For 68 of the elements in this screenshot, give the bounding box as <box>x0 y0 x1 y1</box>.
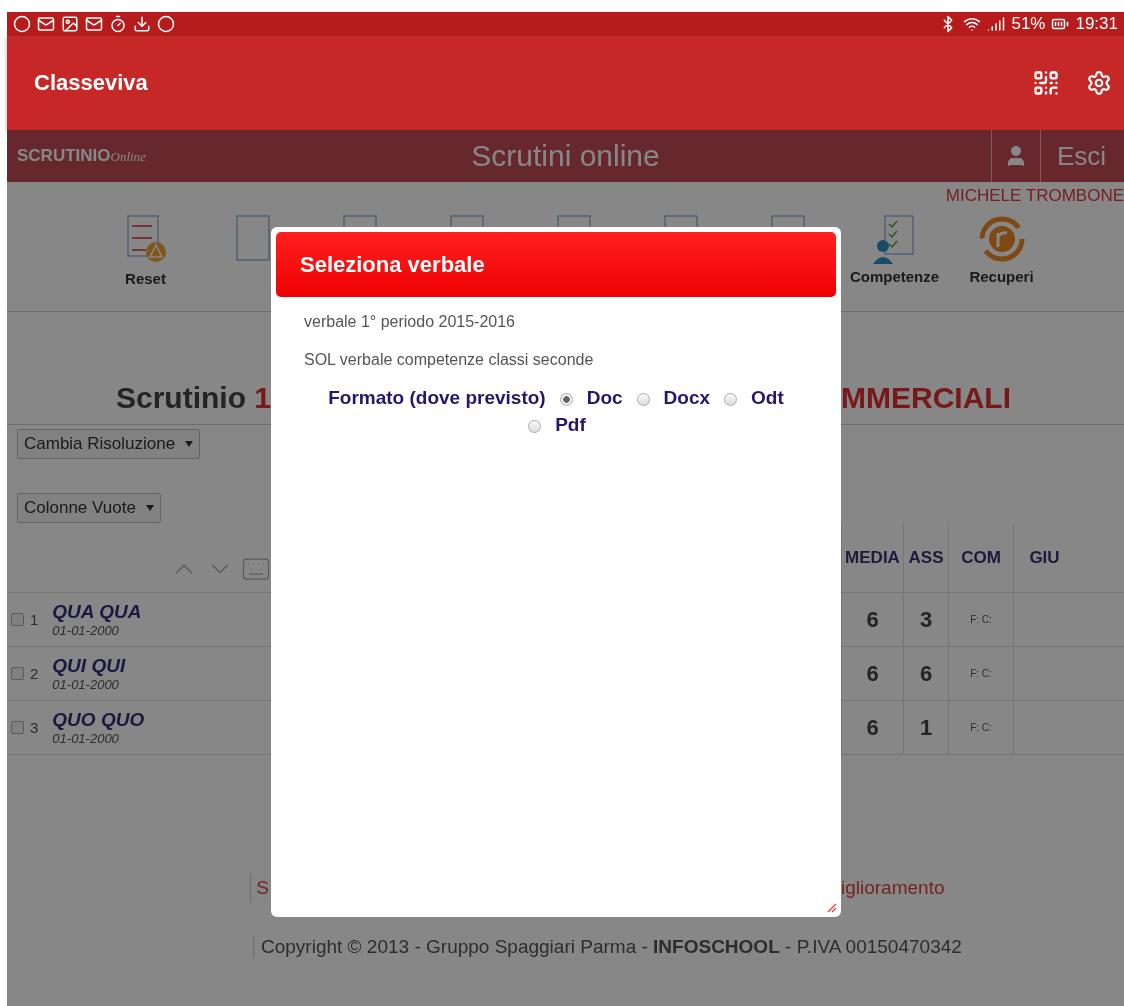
notification-icon <box>13 15 31 33</box>
table-cell: F: C: <box>970 668 992 679</box>
image-icon <box>61 15 79 33</box>
student-name: QUO QUO <box>52 709 145 731</box>
column-header: GIU <box>1013 523 1075 592</box>
format-option[interactable]: Pdf <box>555 414 586 435</box>
table-cell: 1 <box>919 714 933 741</box>
battery-percent: 51% <box>1011 14 1046 34</box>
format-option[interactable]: Odt <box>751 387 784 408</box>
format-label: Formato (dove previsto) <box>328 387 546 408</box>
heading-text: Scrutinio 1 <box>115 381 271 415</box>
table-cell: F: C: <box>970 722 992 733</box>
user-name: MICHELE TROMBONE <box>945 186 1124 205</box>
app-title: Classeviva <box>34 70 148 96</box>
dialog-title: Seleziona verbale <box>300 251 485 278</box>
logout-link[interactable]: Esci <box>1052 140 1112 172</box>
format-option[interactable]: Docx <box>663 387 711 408</box>
row-number: 2 <box>30 665 39 682</box>
radio-button[interactable] <box>724 393 738 407</box>
report-link[interactable]: SOL verbale competenze classi seconde <box>304 351 594 369</box>
mail-icon <box>37 15 55 33</box>
radio-button[interactable] <box>528 420 542 434</box>
clock: 19:31 <box>1075 14 1118 34</box>
signal-icon <box>987 15 1006 33</box>
toolbar-label[interactable]: Reset <box>125 270 166 287</box>
toolbar-label[interactable]: Recuperi <box>969 268 1034 285</box>
toolbar-label[interactable]: Competenze <box>849 268 940 285</box>
table-cell: F: C: <box>970 614 992 625</box>
dropdown[interactable]: Cambia Risoluzione <box>17 429 201 459</box>
row-checkbox[interactable] <box>11 721 24 734</box>
heading-text: MMERCIALI <box>841 381 1012 415</box>
table-cell: 3 <box>919 606 933 633</box>
qr-code-icon[interactable] <box>1032 69 1060 97</box>
footer-link[interactable]: iglioramento <box>841 877 1124 899</box>
download-icon <box>133 15 151 33</box>
row-number: 1 <box>30 611 39 628</box>
notification-icon <box>109 15 127 33</box>
caret-icon <box>185 441 194 447</box>
format-option[interactable]: Doc <box>586 387 623 408</box>
caret-icon <box>145 505 154 511</box>
student-name: QUA QUA <box>52 601 142 623</box>
settings-icon[interactable] <box>1086 70 1112 96</box>
student-name: QUI QUI <box>52 655 126 677</box>
row-checkbox[interactable] <box>11 613 24 626</box>
table-cell: 6 <box>919 660 933 687</box>
resize-handle-icon[interactable] <box>825 901 837 913</box>
footer-link[interactable]: S <box>256 877 269 899</box>
column-header: COM <box>948 523 1013 592</box>
birth-date: 01-01-2000 <box>52 731 120 746</box>
logo: SCRUTINIOOnline <box>16 146 146 166</box>
page-title: Scrutini online <box>471 139 660 173</box>
birth-date: 01-01-2000 <box>52 623 120 638</box>
mail-icon <box>85 15 103 33</box>
copyright-text: Copyright © 2013 - Gruppo Spaggiari Parma - INFOSCHOOL - P.IVA 00150470342 <box>253 936 1124 958</box>
checklist-icon <box>872 214 917 264</box>
radio-button[interactable] <box>559 393 573 407</box>
row-number: 3 <box>30 719 39 736</box>
birth-date: 01-01-2000 <box>52 677 120 692</box>
dropdown[interactable]: Colonne Vuote <box>17 493 161 523</box>
notification-icon <box>157 15 175 33</box>
wifi-icon <box>963 15 982 33</box>
report-link[interactable]: verbale 1° periodo 2015-2016 <box>304 313 515 331</box>
table-cell: 6 <box>866 714 879 741</box>
radio-button[interactable] <box>636 393 650 407</box>
table-cell: 6 <box>866 660 879 687</box>
column-header: ASS <box>903 523 948 592</box>
table-cell: 6 <box>866 606 879 633</box>
row-checkbox[interactable] <box>11 667 24 680</box>
